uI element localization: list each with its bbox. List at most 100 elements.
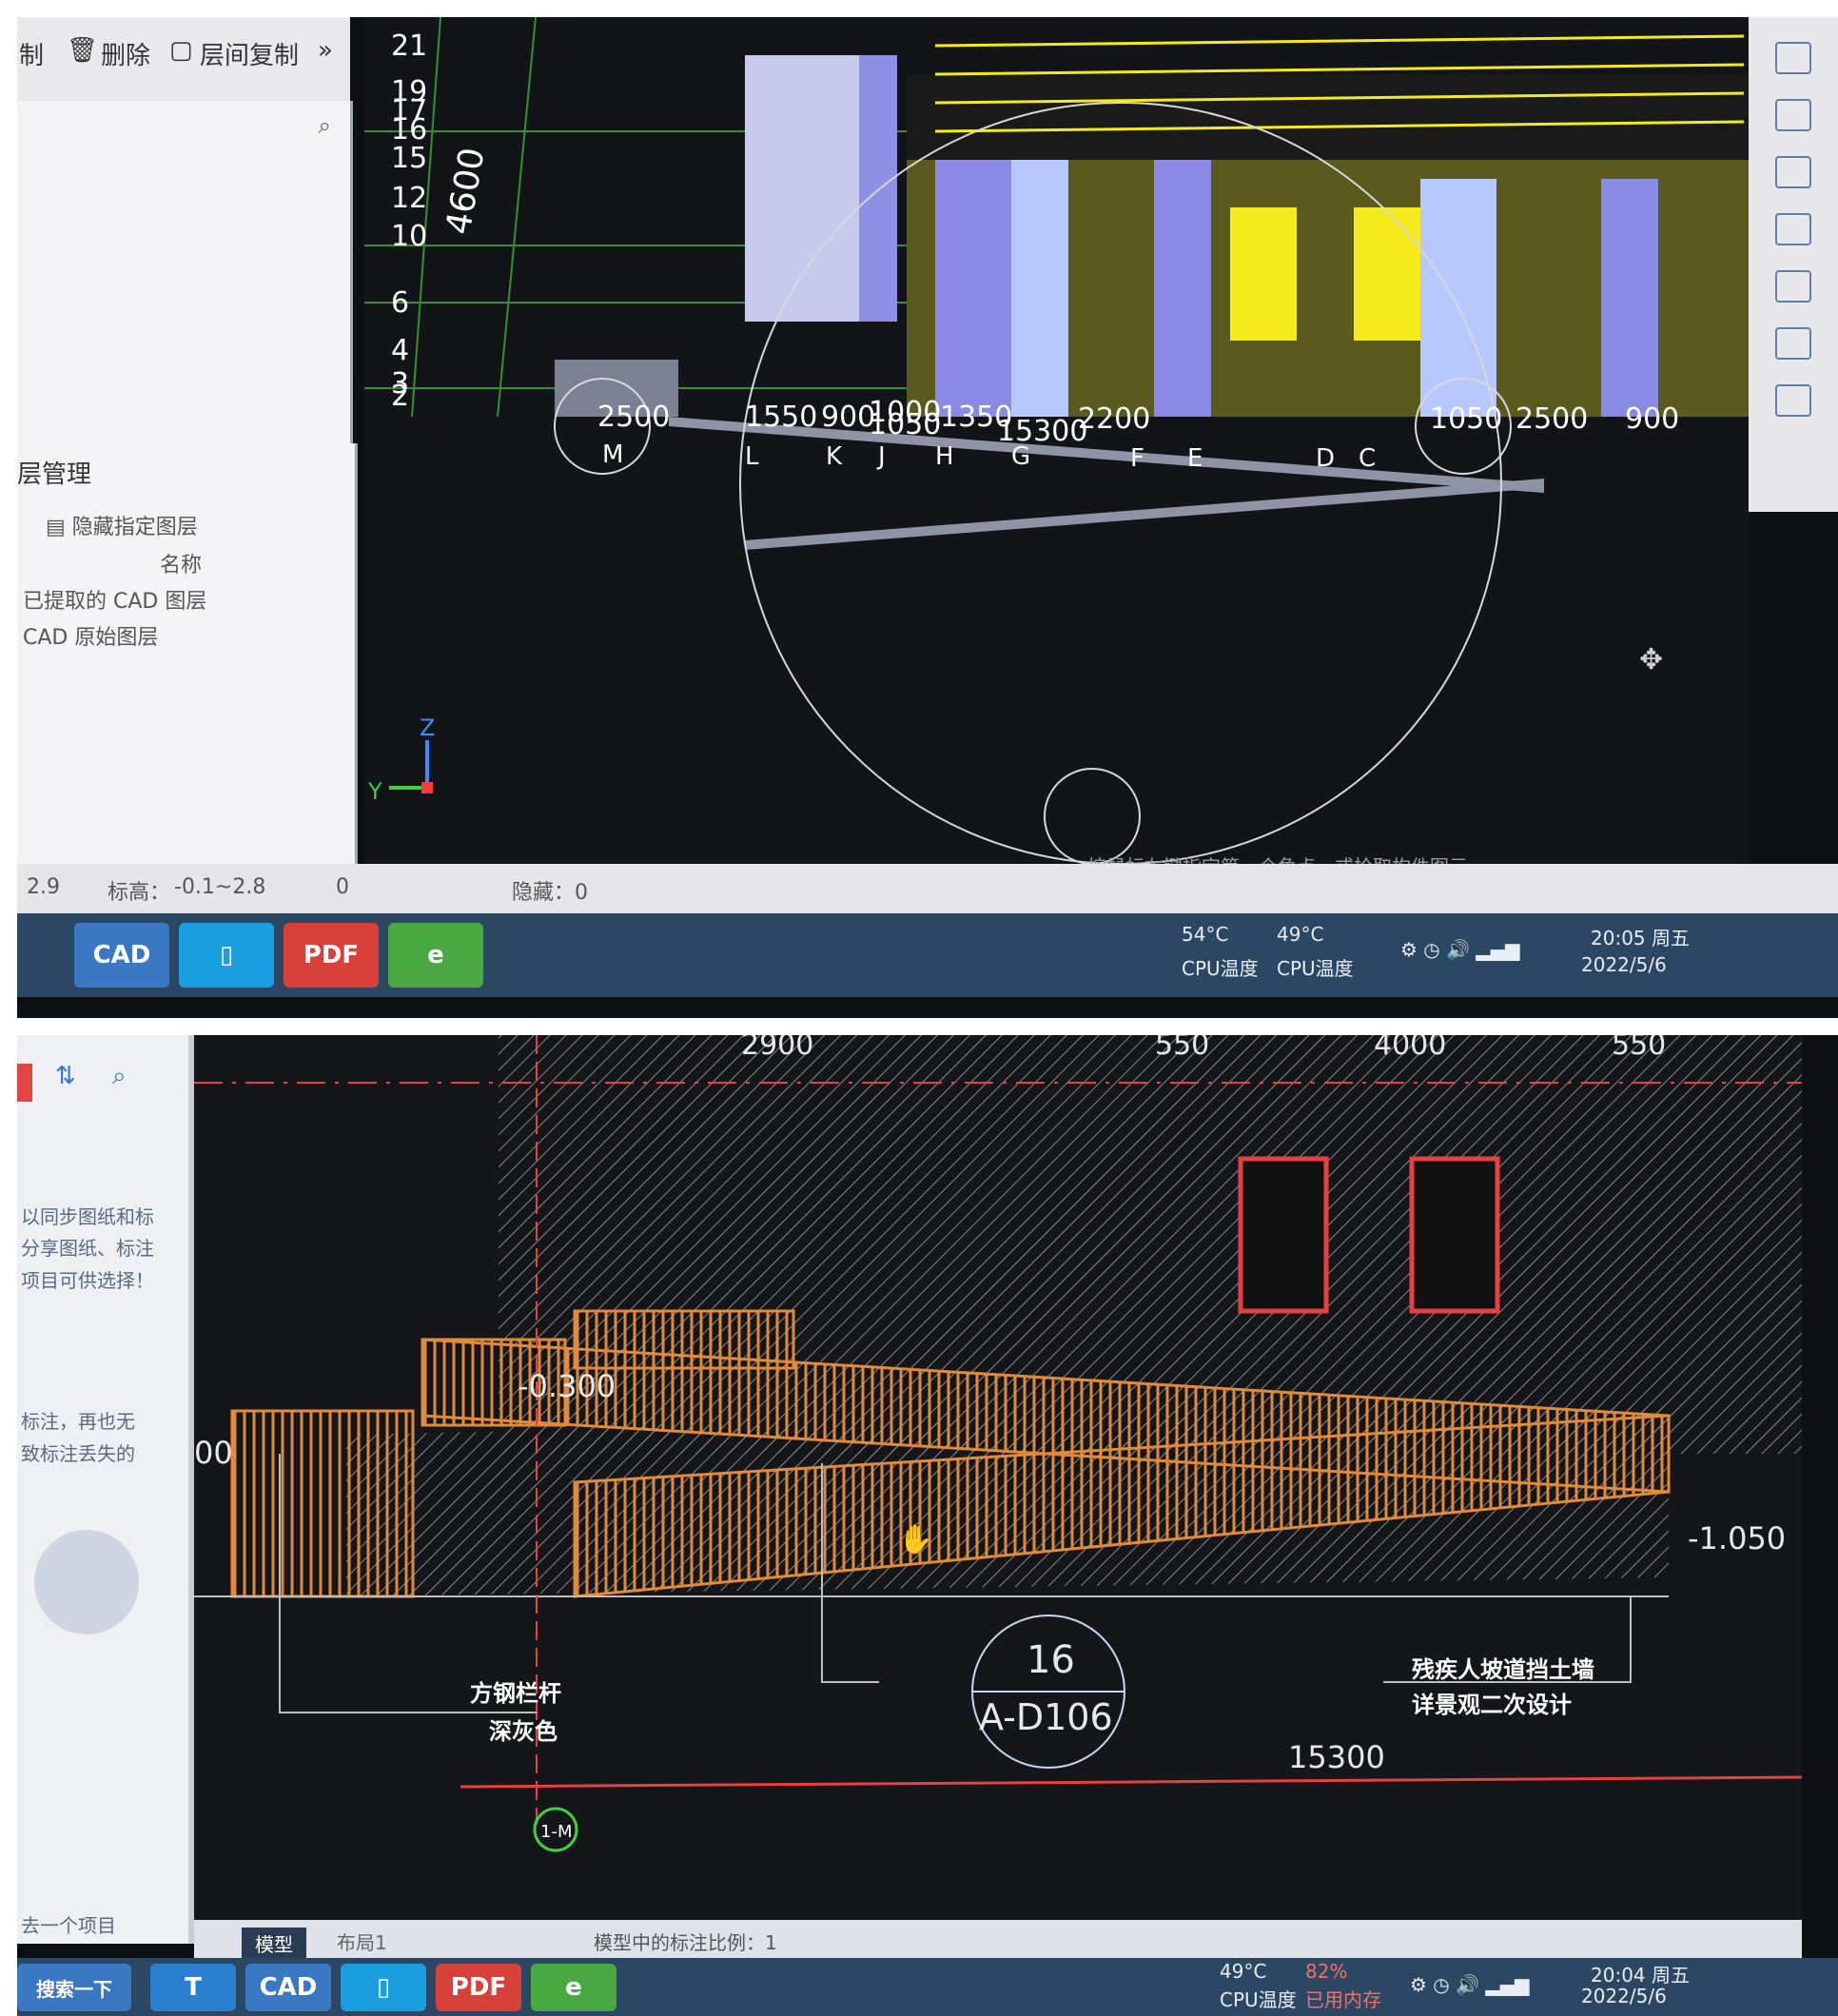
3d-model-canvas[interactable]: 21 19 17 16 15 12 10 6 4 3 2 4600 2500 1… <box>364 17 1801 878</box>
detail-callout[interactable]: 16 A-D106 <box>971 1615 1125 1769</box>
dimension-label: 2500 <box>1515 402 1588 436</box>
copy-button[interactable]: 制 <box>19 36 44 71</box>
delete-button[interactable]: 删除 <box>101 36 150 71</box>
pdf-app-button[interactable]: PDF <box>284 923 379 988</box>
bottom-screen-photo: ⇅ ⌕ 以同步图纸和标 分享图纸、标注 项目可供选择！ 标注，再也无 致标注丢失… <box>17 1035 1838 2016</box>
project-thumbnail[interactable] <box>34 1530 139 1634</box>
taskbar: CAD ▯ PDF e 54°C CPU温度 49°C CPU温度 ⚙ ◷ 🔊 … <box>17 913 1838 997</box>
cpu-temp-2-label: CPU温度 <box>1277 957 1354 980</box>
hide-layer-button[interactable]: ▤ 隐藏指定图层 <box>46 510 198 540</box>
taskbar: 搜索一下 T CAD ▯ PDF e 49°C CPU温度 82% 已用内存 ⚙… <box>17 1958 1838 2016</box>
dimension-label: 1050 <box>1430 402 1502 436</box>
system-tray: 49°C CPU温度 82% 已用内存 ⚙ ◷ 🔊 ▂▄▆ 20:04 周五 2… <box>1182 1960 1752 2013</box>
axis-label: C <box>1359 444 1376 473</box>
axis-bubble: 1-M <box>533 1807 578 1852</box>
axis-y-label: Y <box>367 778 382 805</box>
sidebar-red-tab[interactable] <box>17 1064 32 1102</box>
tray-icons[interactable]: ⚙ ◷ 🔊 ▂▄▆ <box>1410 1973 1530 1996</box>
cad-drawing[interactable]: 2900 550 4000 550 -0.300 -1.050 00 15300… <box>194 1035 1803 1920</box>
status-zero: 0 <box>336 875 349 899</box>
3d-view-icon[interactable] <box>1775 156 1811 188</box>
layers-icon: ▢ <box>169 36 193 65</box>
pdf-app-button[interactable]: PDF <box>436 1964 521 2011</box>
hand-cursor-icon: ✋ <box>898 1522 933 1556</box>
note-retaining-wall: 残疾人坡道挡土墙 <box>1412 1656 1594 1683</box>
app-t-button[interactable]: T <box>150 1964 236 2011</box>
cube-view-icon[interactable] <box>1775 213 1811 245</box>
row-number: 4 <box>391 334 409 367</box>
phone-app-icon[interactable]: ▯ <box>179 923 274 988</box>
sidebar-text: 致标注丢失的 <box>21 1442 135 1465</box>
tab-model[interactable]: 模型 <box>242 1928 306 1959</box>
axis-gizmo: Z Y <box>367 714 435 805</box>
sidebar-text: 项目可供选择！ <box>21 1269 154 1292</box>
dimension-label: 2200 <box>1078 402 1150 436</box>
dimension-label: 900 <box>821 401 875 434</box>
search-icon[interactable]: ⌕ <box>112 1062 127 1091</box>
axis-z-label: Z <box>420 714 435 741</box>
3d-viewport[interactable]: 21 19 17 16 15 12 10 6 4 3 2 4600 2500 1… <box>364 17 1801 878</box>
cpu-temp-label: CPU温度 <box>1220 1988 1297 2011</box>
top-dimension: 2900 <box>741 1035 813 1062</box>
hidden-count: 隐藏：0 <box>512 881 588 905</box>
cad-app-button[interactable]: CAD <box>245 1964 331 2011</box>
sync-icon[interactable]: ⇅ <box>55 1062 76 1090</box>
cpu-temp-1-label: CPU温度 <box>1182 957 1259 980</box>
tray-icons[interactable]: ⚙ ◷ 🔊 ▂▄▆ <box>1400 938 1520 961</box>
row-number: 2 <box>391 380 409 413</box>
cpu-temp: 49°C <box>1220 1960 1267 1983</box>
fullscreen-icon[interactable] <box>1775 270 1811 303</box>
axis-label: D <box>1316 444 1335 473</box>
sidebar-text: 分享图纸、标注 <box>21 1237 154 1260</box>
axis-label: J <box>876 442 886 471</box>
view-tools <box>1749 17 1838 512</box>
axis-label: M <box>602 440 623 469</box>
clock-time: 20:04 周五 <box>1591 1964 1690 1987</box>
note-railing: 方钢栏杆 <box>470 1680 561 1707</box>
dimension-partial: 00 <box>194 1435 233 1471</box>
clock-date: 2022/5/6 <box>1581 1985 1667 2007</box>
vertical-dimension: 4600 <box>439 145 492 237</box>
row-number: 15 <box>391 142 427 175</box>
floor-copy-button[interactable]: 层间复制 <box>200 36 299 71</box>
command-prompt: 按鼠标左键指定第一个角点，或拾取构件图元 <box>1087 855 1468 864</box>
layer-item-extracted[interactable]: 已提取的 CAD 图层 <box>23 584 206 615</box>
cloud-sidebar: ⇅ ⌕ 以同步图纸和标 分享图纸、标注 项目可供选择！ 标注，再也无 致标注丢失… <box>17 1035 194 1944</box>
row-number: 6 <box>391 286 409 320</box>
annotation-scale-text: 模型中的标注比例：1 <box>594 1931 777 1954</box>
cad-drawing-area[interactable]: 2900 550 4000 550 -0.300 -1.050 00 15300… <box>194 1035 1803 1920</box>
sidebar-text: 标注，再也无 <box>21 1410 135 1433</box>
trash-icon[interactable]: 🗑 <box>67 36 98 65</box>
elevation-label: 标高： <box>108 881 171 905</box>
total-dimension: 15300 <box>1288 1739 1385 1775</box>
tab-layout1[interactable]: 布局1 <box>337 1928 387 1955</box>
search-icon[interactable]: ⌕ <box>319 112 331 139</box>
status-value: 2.9 <box>27 875 60 899</box>
row-number: 10 <box>391 220 427 253</box>
axis-label: K <box>826 442 843 471</box>
layer-column-name: 名称 <box>160 554 203 577</box>
cpu-temp-1: 54°C <box>1182 923 1229 946</box>
browser-icon[interactable]: e <box>531 1964 616 2011</box>
settings-view-icon[interactable] <box>1775 327 1811 360</box>
cad-app-button[interactable]: CAD <box>74 923 169 988</box>
top-screen-photo: 制 🗑 删除 ▢ 层间复制 » ⌕ 层管理 ▤ 隐藏指定图层 名称 已提取的 C… <box>17 17 1838 1018</box>
search-button[interactable]: 搜索一下 <box>17 1964 131 2011</box>
elevation-value: -0.1~2.8 <box>174 875 266 899</box>
list-view-icon[interactable] <box>1775 384 1811 417</box>
more-button[interactable]: » <box>318 36 333 65</box>
command-toolbar: 制 🗑 删除 ▢ 层间复制 » <box>17 17 350 101</box>
phone-app-icon[interactable]: ▯ <box>341 1964 426 2011</box>
level-label: -0.300 <box>518 1368 616 1404</box>
layer-item-original[interactable]: CAD 原始图层 <box>23 620 158 651</box>
axis-label: F <box>1130 444 1144 473</box>
component-panel: ⌕ <box>17 101 353 443</box>
dimension-label: 1550 <box>745 401 817 434</box>
2d-view-icon[interactable] <box>1775 99 1811 131</box>
orbit-icon[interactable] <box>1775 42 1811 74</box>
row-number: 12 <box>391 182 427 215</box>
memory-label: 已用内存 <box>1305 1988 1381 2011</box>
browser-icon[interactable]: e <box>388 923 483 988</box>
clock-time: 20:05 周五 <box>1591 927 1690 949</box>
memory-usage: 82% <box>1305 1960 1348 1983</box>
